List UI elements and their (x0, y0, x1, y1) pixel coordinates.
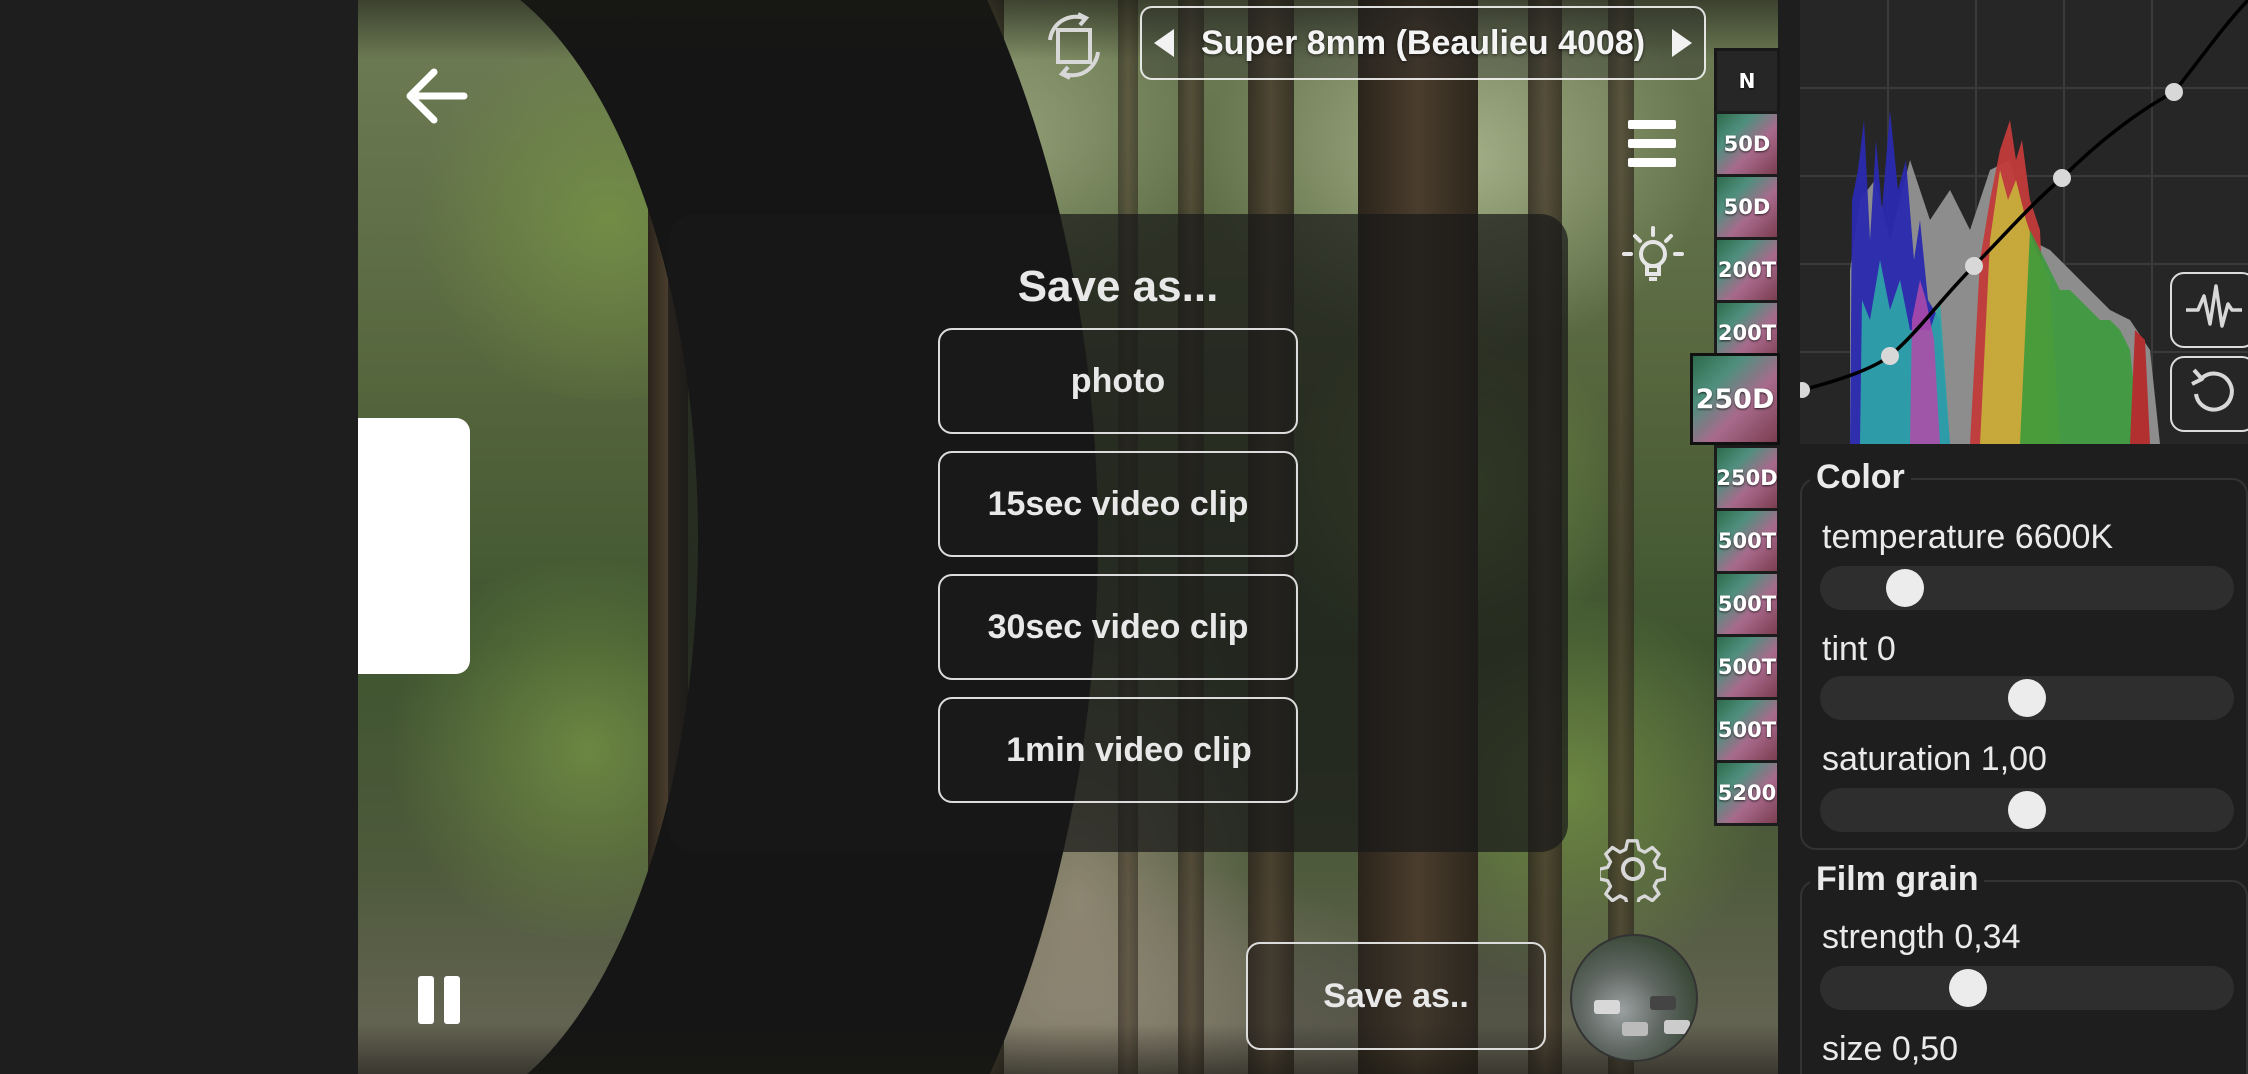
film-stock-500t-7[interactable]: 500T (1714, 508, 1780, 574)
film-stock-strip: N 50D 50D 200T 200T 250D 250D 500T 500T 500T 500T 5… (1690, 40, 1780, 1074)
film-stock-200t-3[interactable]: 200T (1714, 237, 1780, 303)
saturation-label: saturation 1,00 (1822, 740, 2047, 778)
tint-label: tint 0 (1822, 630, 1896, 668)
film-frame-edge-bottom (358, 1024, 1778, 1074)
film-format-selector[interactable]: Super 8mm (Beaulieu 4008) (1140, 6, 1706, 80)
film-stock-500t-9[interactable]: 500T (1714, 634, 1780, 700)
film-stock-5200-11[interactable]: 5200 (1714, 760, 1780, 826)
previous-film-icon[interactable] (1154, 29, 1174, 57)
save-1min-clip-button[interactable]: 1min video clip (938, 697, 1298, 803)
dialog-title: Save as... (1017, 262, 1219, 311)
film-grain-settings-group: Film grain strength 0,34 size 0,50 (1800, 860, 2248, 1074)
tint-slider[interactable] (1820, 676, 2234, 720)
film-stock-250d-5[interactable]: 250D (1690, 353, 1780, 445)
grain-strength-label: strength 0,34 (1822, 918, 2021, 956)
waveform-toggle-button[interactable] (2170, 272, 2248, 348)
film-format-label: Super 8mm (Beaulieu 4008) (1200, 23, 1646, 62)
side-drawer-handle[interactable] (358, 418, 470, 674)
save-as-dialog: Save as... photo 15sec video clip 30sec … (668, 214, 1568, 852)
settings-button[interactable] (1597, 836, 1668, 909)
adjustments-panel: Color temperature 6600K tint 0 saturatio… (1780, 0, 2248, 1074)
save-30sec-clip-button[interactable]: 30sec video clip (938, 574, 1298, 680)
saturation-slider[interactable] (1820, 788, 2234, 832)
light-toggle-button[interactable] (1622, 224, 1684, 286)
film-grain-group-title: Film grain (1810, 860, 1985, 899)
film-stock-500t-8[interactable]: 500T (1714, 571, 1780, 637)
reset-icon (2191, 368, 2234, 412)
film-stock-50d-2[interactable]: 50D (1714, 174, 1780, 240)
next-film-icon[interactable] (1672, 29, 1692, 57)
film-stock-500t-10[interactable]: 500T (1714, 697, 1780, 763)
save-15sec-clip-button[interactable]: 15sec video clip (938, 451, 1298, 557)
grain-strength-slider-thumb[interactable] (1948, 969, 1987, 1007)
reset-curve-button[interactable] (2170, 356, 2248, 432)
waveform-icon (2186, 284, 2242, 328)
lightbulb-icon (1622, 226, 1684, 281)
gear-icon (1597, 839, 1668, 909)
grain-strength-slider[interactable] (1820, 966, 2234, 1010)
gallery-thumbnail[interactable] (1570, 934, 1698, 1062)
temperature-label: temperature 6600K (1822, 518, 2114, 556)
saturation-slider-thumb[interactable] (2008, 791, 2046, 829)
tint-slider-thumb[interactable] (2008, 679, 2046, 717)
pause-button[interactable] (412, 972, 466, 1028)
tone-curve-histogram[interactable] (1800, 0, 2248, 444)
film-stock-n-0[interactable]: N (1714, 48, 1780, 114)
menu-button[interactable] (1626, 118, 1680, 170)
rotate-frame-button[interactable] (1036, 10, 1112, 82)
color-settings-group: Color temperature 6600K tint 0 saturatio… (1800, 458, 2248, 850)
temperature-slider[interactable] (1820, 566, 2234, 610)
grain-size-label: size 0,50 (1822, 1030, 1959, 1068)
rotate-frame-icon (1048, 12, 1100, 80)
save-as-button[interactable]: Save as.. (1246, 942, 1546, 1050)
film-stock-250d-6[interactable]: 250D (1714, 445, 1780, 511)
color-group-title: Color (1810, 458, 1911, 497)
save-photo-button[interactable]: photo (938, 328, 1298, 434)
back-button[interactable] (400, 60, 472, 132)
film-stock-50d-1[interactable]: 50D (1714, 111, 1780, 177)
arrow-left-icon (406, 68, 468, 124)
temperature-slider-thumb[interactable] (1885, 569, 1924, 607)
